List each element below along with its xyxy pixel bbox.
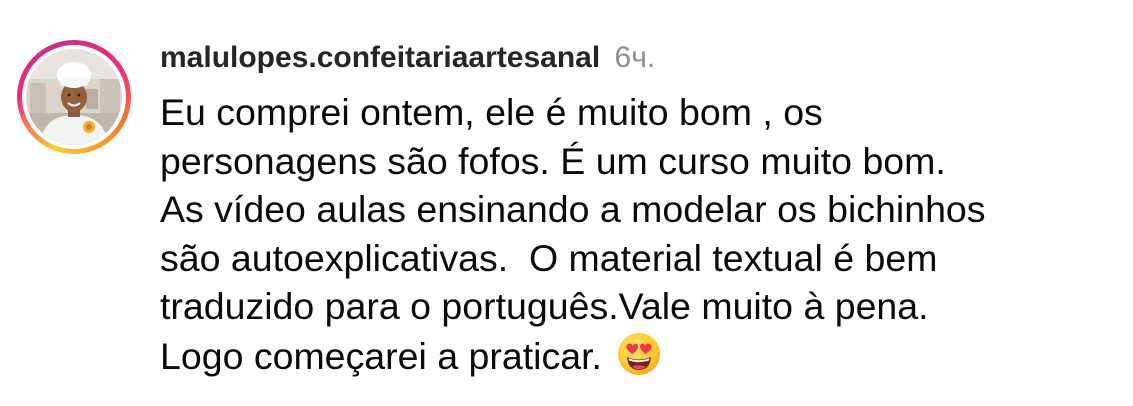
timestamp[interactable]: 6ч. xyxy=(615,41,656,74)
comment-line: são autoexplicativas. O material textual… xyxy=(160,236,938,279)
comment-last-line-wrap: Logo começarei a praticar. xyxy=(160,331,1120,381)
comment-line: traduzido para o português.Vale muito à … xyxy=(160,285,929,327)
comment-line: Eu comprei ontem, ele é muito bom , os xyxy=(160,91,823,133)
avatar-story-ring[interactable] xyxy=(17,40,131,154)
comment-text: Eu comprei ontem, ele é muito bom , os p… xyxy=(160,88,1120,380)
comment-line: personagens são fofos. É um curso muito … xyxy=(160,139,946,182)
comment-header: malulopes.confeitariaartesanal 6ч. xyxy=(160,38,1120,80)
comment-content: malulopes.confeitariaartesanal 6ч. Eu co… xyxy=(160,38,1120,380)
comment-line: Logo começarei a praticar. xyxy=(160,334,613,377)
username-link[interactable]: malulopes.confeitariaartesanal xyxy=(160,41,600,74)
comment-line: As vídeo aulas ensinando a modelar os bi… xyxy=(160,188,986,230)
avatar-frame xyxy=(22,45,126,149)
comment-item: malulopes.confeitariaartesanal 6ч. Eu co… xyxy=(0,0,1133,406)
heart-eyes-emoji-icon xyxy=(618,332,661,375)
avatar[interactable] xyxy=(26,49,122,145)
